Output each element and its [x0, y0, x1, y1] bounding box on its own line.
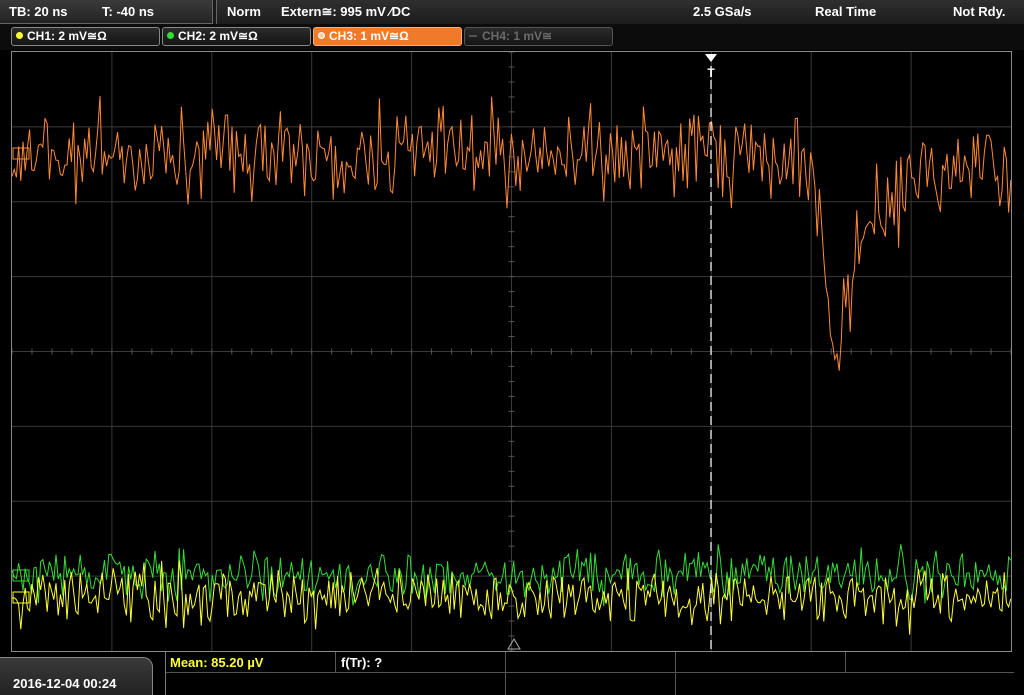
timebase-panel[interactable]: TB: 20 ns T: -40 ns	[0, 0, 213, 24]
channel-tab-ch3[interactable]: CH3: 1 mV≅Ω	[313, 27, 462, 46]
channel-tab-ch2[interactable]: CH2: 2 mV≅Ω	[162, 27, 311, 46]
measurement-cell	[676, 673, 1014, 695]
trigger-time-value: T: -40 ns	[102, 4, 155, 19]
measurement-cell	[846, 652, 1014, 673]
measurement-mean: Mean: 85.20 µV	[170, 655, 264, 670]
ch4-indicator-icon	[469, 35, 477, 37]
datetime-panel: 2016-12-04 00:24	[0, 657, 153, 695]
measurement-cell	[166, 673, 506, 695]
datetime-value: 2016-12-04 00:24	[13, 676, 117, 691]
measurement-frequency: f(Tr): ?	[341, 655, 383, 670]
ch2-label: CH2: 2 mV≅Ω	[178, 29, 258, 43]
trigger-position-icon[interactable]	[705, 54, 717, 62]
trigger-offset-icon[interactable]	[507, 638, 521, 650]
channel-tabs: CH1: 2 mV≅Ω CH2: 2 mV≅Ω CH3: 1 mV≅Ω CH4:…	[0, 24, 1024, 50]
measurement-cell	[676, 652, 846, 673]
waveform-display[interactable]: T	[11, 51, 1012, 652]
ch2-indicator-icon	[167, 32, 174, 39]
channel-tab-ch1[interactable]: CH1: 2 mV≅Ω	[11, 27, 160, 46]
ch1-indicator-icon	[16, 32, 23, 39]
channel-tab-ch4[interactable]: CH4: 1 mV≅	[464, 27, 613, 46]
waveform-canvas: T	[12, 52, 1011, 651]
ch4-label: CH4: 1 mV≅	[482, 29, 553, 43]
trigger-source: Extern≅: 995 mV ⁄DC	[281, 4, 411, 19]
measurement-cell	[506, 673, 676, 695]
trigger-marker-label: T	[707, 66, 715, 80]
sample-rate: 2.5 GSa/s	[693, 4, 752, 19]
measurement-cell	[506, 652, 676, 673]
ch3-label: CH3: 1 mV≅Ω	[329, 29, 409, 43]
acquisition-mode: Real Time	[815, 4, 877, 19]
status-bar: TB: 20 ns T: -40 ns Norm Extern≅: 995 mV…	[0, 0, 1024, 24]
acquisition-panel[interactable]: Norm Extern≅: 995 mV ⁄DC 2.5 GSa/s Real …	[216, 0, 1024, 24]
timebase-value: TB: 20 ns	[9, 4, 68, 19]
acquisition-status: Not Rdy.	[953, 4, 1006, 19]
trigger-mode: Norm	[227, 4, 261, 19]
ch1-label: CH1: 2 mV≅Ω	[27, 29, 107, 43]
measurement-panel[interactable]: Mean: 85.20 µV f(Tr): ?	[165, 652, 1014, 695]
ch3-indicator-icon	[318, 32, 325, 39]
